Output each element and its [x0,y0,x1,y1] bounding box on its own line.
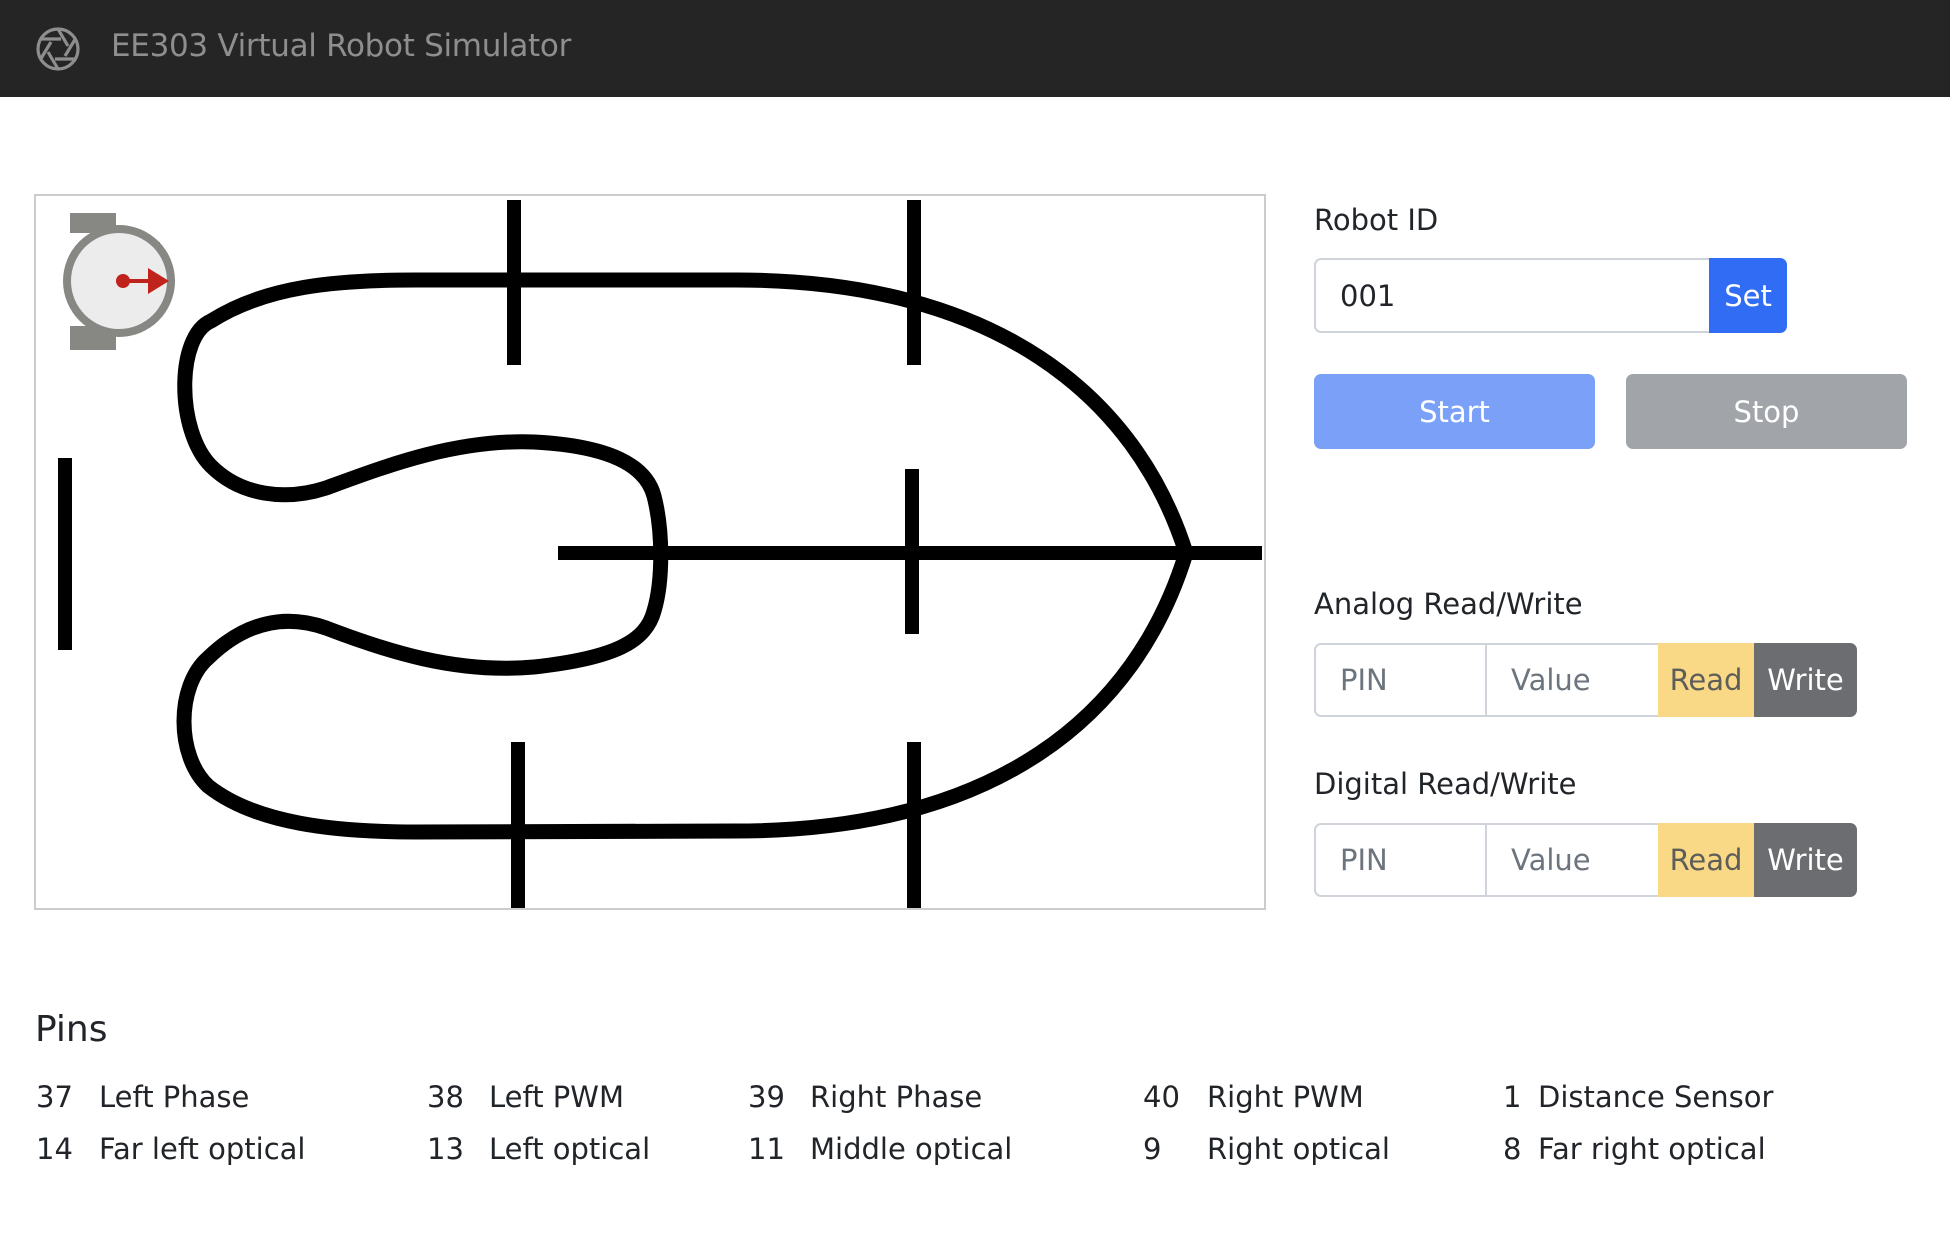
navbar: EE303 Virtual Robot Simulator [0,0,1950,97]
pins-heading: Pins [35,1009,108,1050]
analog-rw-group: Read Write [1314,643,1857,717]
analog-read-button[interactable]: Read [1658,643,1754,717]
analog-rw-label: Analog Read/Write [1314,587,1583,621]
pin-number: 40 [1143,1080,1180,1114]
pin-label: Left optical [489,1132,651,1166]
track-map [58,200,1262,908]
app-title: EE303 Virtual Robot Simulator [111,28,572,64]
pin-number: 11 [748,1132,785,1166]
start-button[interactable]: Start [1314,374,1595,449]
pin-label: Right optical [1207,1132,1390,1166]
robot-center-dot [116,274,130,288]
pin-label: Right PWM [1207,1080,1364,1114]
pin-number: 14 [36,1132,73,1166]
digital-read-button[interactable]: Read [1658,823,1754,897]
digital-value-input[interactable] [1485,823,1658,897]
pin-label: Middle optical [810,1132,1013,1166]
set-robot-id-button[interactable]: Set [1709,258,1787,333]
track-tick-bottom-right [907,742,921,908]
pin-number: 37 [36,1080,73,1114]
digital-rw-label: Digital Read/Write [1314,767,1577,801]
pin-number: 1 [1503,1080,1522,1114]
pin-label: Left Phase [99,1080,250,1114]
robot-id-label: Robot ID [1314,203,1439,237]
pin-label: Distance Sensor [1538,1080,1774,1114]
pin-number: 8 [1503,1132,1522,1166]
robot[interactable] [63,213,175,350]
pin-label: Left PWM [489,1080,624,1114]
pin-number: 38 [427,1080,464,1114]
digital-rw-group: Read Write [1314,823,1857,897]
pin-label: Right Phase [810,1080,983,1114]
pin-number: 39 [748,1080,785,1114]
track-tick-top-left [507,200,521,365]
analog-value-input[interactable] [1485,643,1658,717]
analog-write-button[interactable]: Write [1754,643,1857,717]
simulator-canvas[interactable] [34,194,1266,910]
aperture-icon [36,27,80,71]
track-tick-top-right [907,200,921,365]
robot-id-input[interactable] [1314,258,1710,333]
digital-pin-input[interactable] [1314,823,1487,897]
track-tick-bottom-left [511,742,525,908]
analog-pin-input[interactable] [1314,643,1487,717]
pin-number: 9 [1143,1132,1162,1166]
pin-number: 13 [427,1132,464,1166]
pin-label: Far right optical [1538,1132,1766,1166]
pin-label: Far left optical [99,1132,306,1166]
track-start-bar [58,458,72,650]
stop-button[interactable]: Stop [1626,374,1907,449]
digital-write-button[interactable]: Write [1754,823,1857,897]
track-tick-middle [905,469,919,634]
